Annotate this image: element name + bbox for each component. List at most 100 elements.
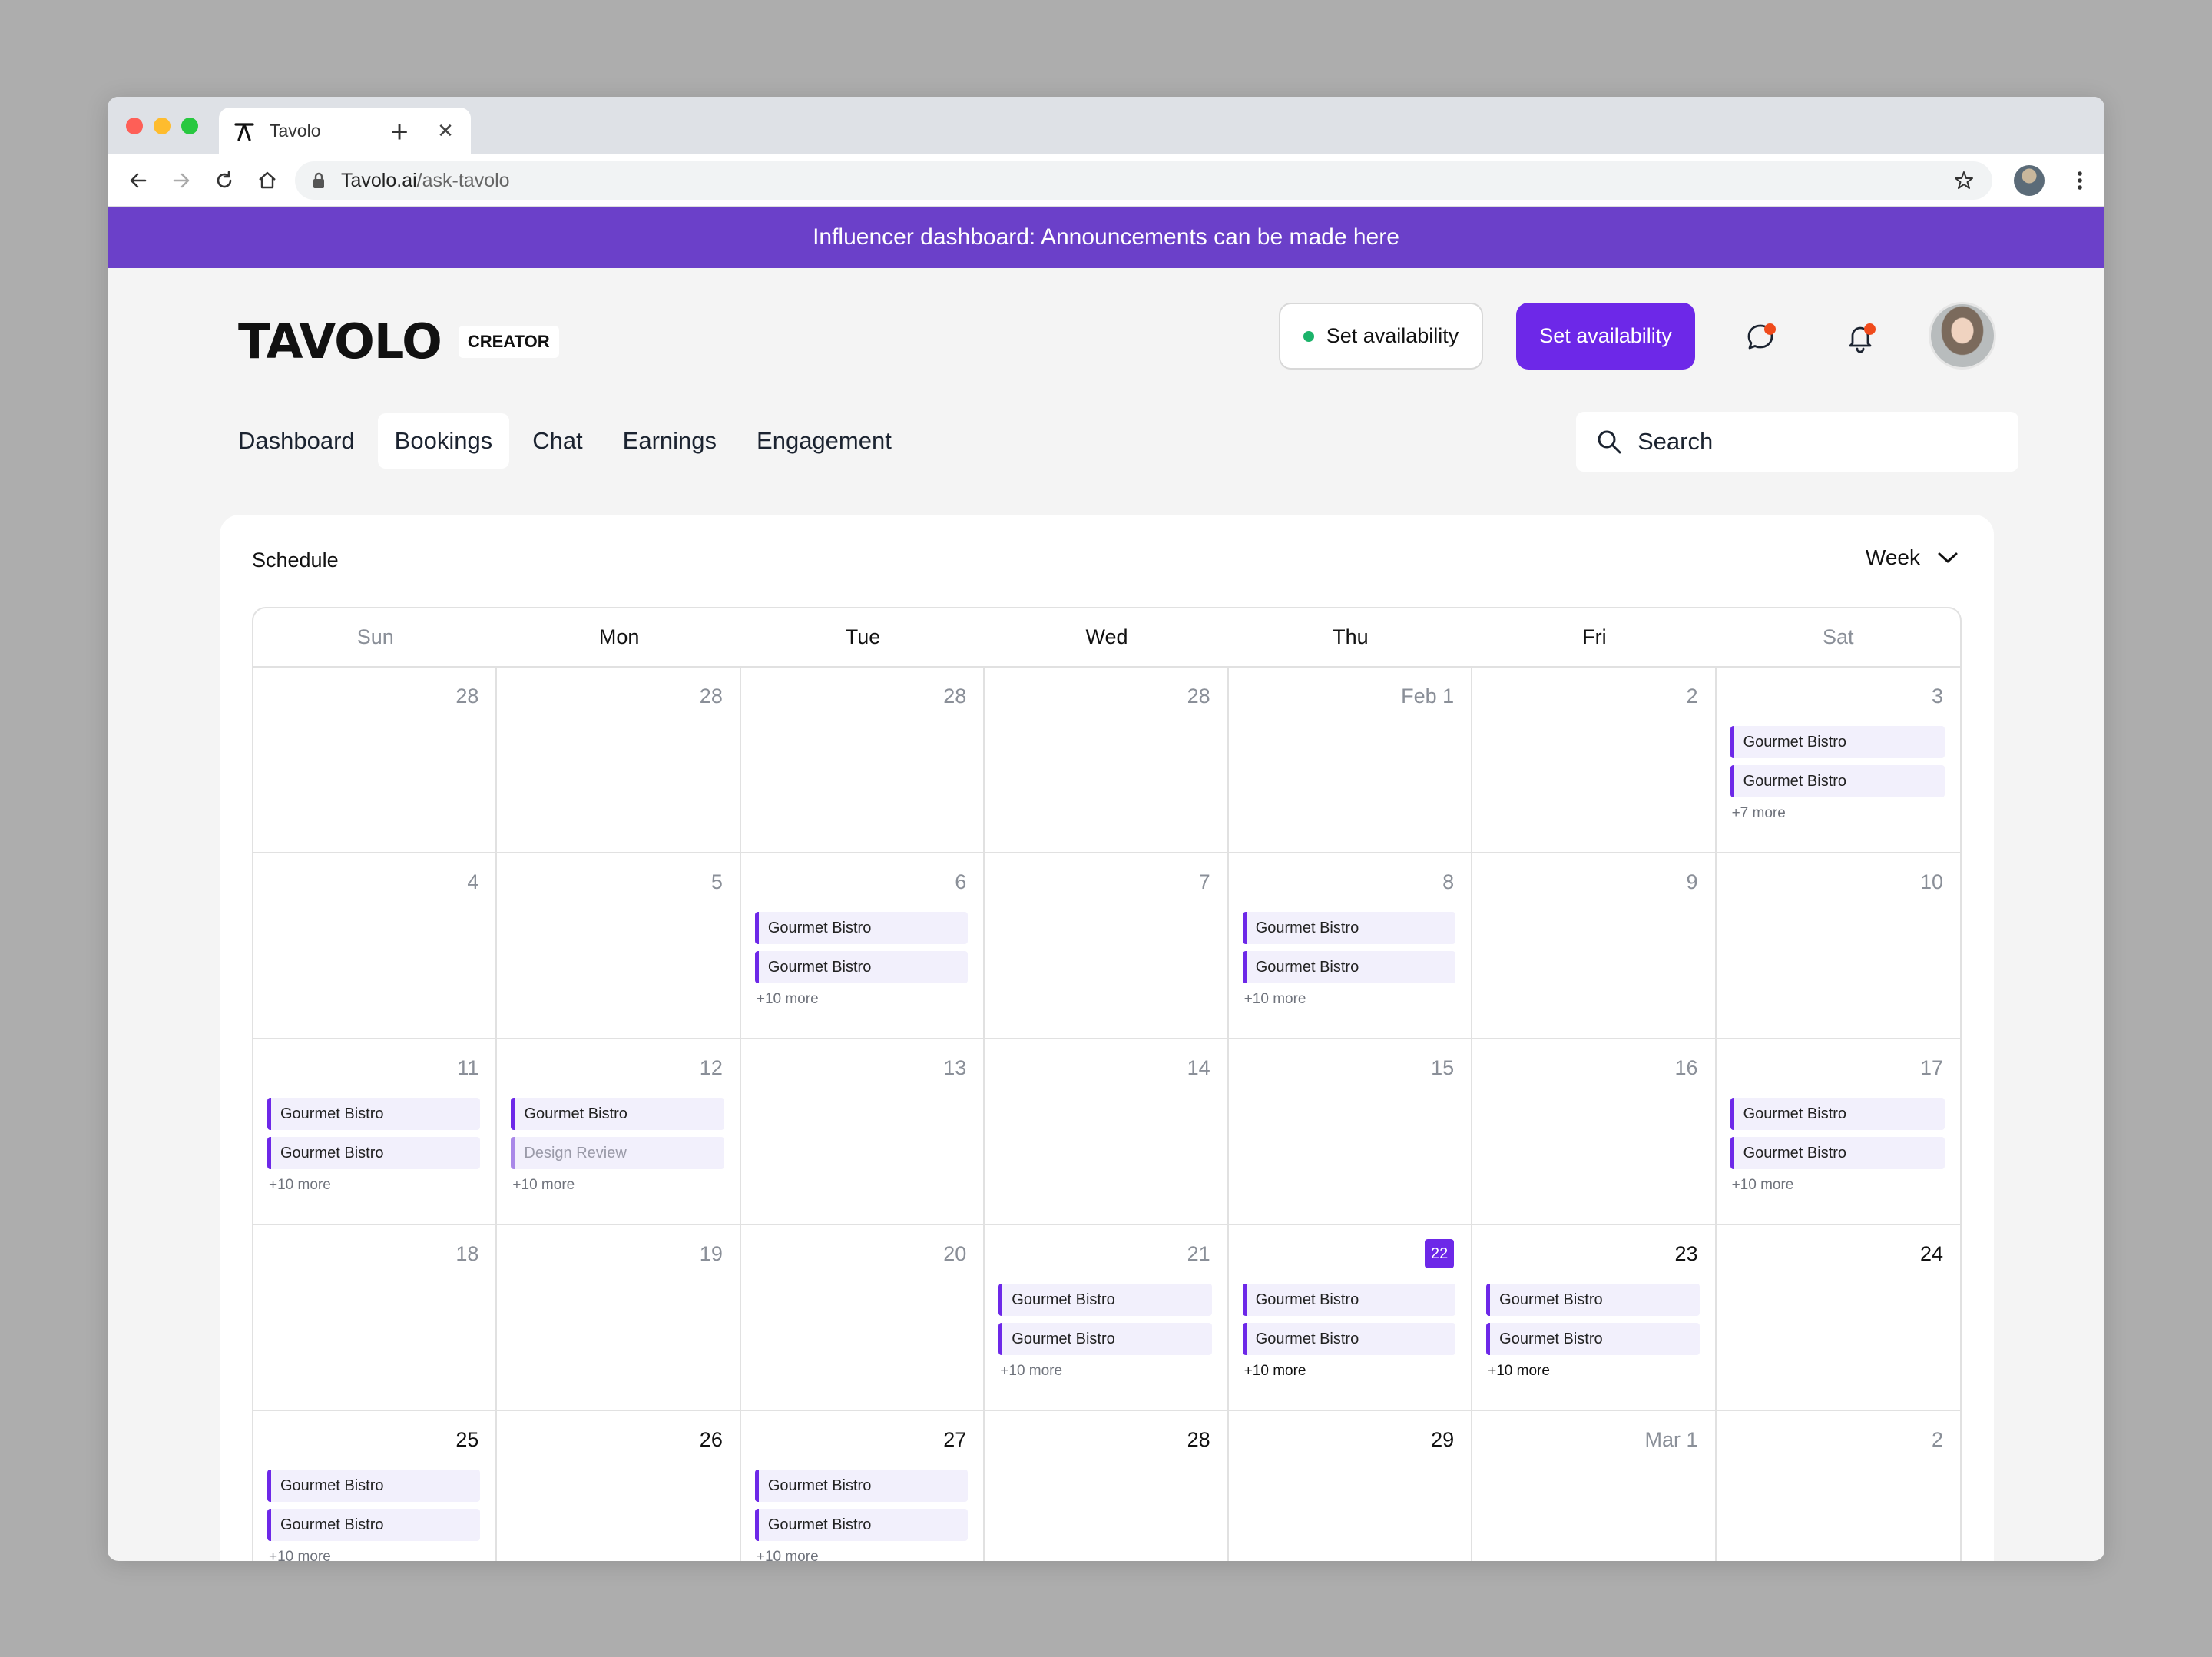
booking-event[interactable]: Gourmet Bistro (754, 1470, 969, 1502)
home-icon[interactable] (253, 167, 281, 194)
browser-menu-icon[interactable] (2066, 167, 2094, 194)
more-events-link[interactable]: +10 more (511, 1177, 724, 1194)
booking-event[interactable]: Design Review (511, 1137, 724, 1169)
booking-event[interactable]: Gourmet Bistro (754, 912, 969, 944)
booking-event[interactable]: Gourmet Bistro (1730, 1098, 1945, 1130)
more-events-link[interactable]: +10 more (1243, 991, 1455, 1008)
more-events-link[interactable]: +7 more (1730, 805, 1945, 822)
calendar-day-cell[interactable]: 8 Gourmet Bistro Gourmet Bistro +10 more (1228, 853, 1473, 1039)
calendar-day-cell[interactable]: 17 Gourmet Bistro Gourmet Bistro +10 more (1716, 1039, 1960, 1225)
view-select[interactable]: Week (1866, 545, 1959, 570)
booking-event[interactable]: Gourmet Bistro (1242, 1284, 1456, 1316)
calendar-day-cell[interactable]: Mar 1 (1472, 1411, 1717, 1561)
calendar-day-cell[interactable]: 28 (985, 668, 1229, 853)
calendar-day-cell[interactable]: 6 Gourmet Bistro Gourmet Bistro +10 more (740, 853, 985, 1039)
bookmark-star-icon[interactable] (1952, 171, 1975, 191)
tab-bookings[interactable]: Bookings (377, 413, 510, 469)
calendar-day-cell[interactable]: 11 Gourmet Bistro Gourmet Bistro +10 more (253, 1039, 498, 1225)
tavolo-logo[interactable]: TAVOLO CREATOR (238, 313, 559, 370)
booking-event[interactable]: Gourmet Bistro (267, 1098, 481, 1130)
close-tab-icon[interactable]: ✕ (434, 119, 457, 143)
calendar-day-cell[interactable]: 22 Gourmet Bistro Gourmet Bistro +10 more (1228, 1225, 1473, 1411)
calendar-day-cell[interactable]: 15 (1228, 1039, 1473, 1225)
new-tab-icon[interactable]: + (380, 114, 419, 152)
booking-event[interactable]: Gourmet Bistro (1242, 1323, 1456, 1355)
user-avatar[interactable] (1929, 302, 1996, 370)
more-events-link[interactable]: +10 more (1243, 1363, 1455, 1380)
search-input[interactable]: Search (1576, 412, 2018, 472)
booking-event[interactable]: Gourmet Bistro (267, 1470, 481, 1502)
browser-tab[interactable]: Tavolo ✕ (219, 108, 471, 154)
day-number: 28 (455, 684, 479, 708)
more-events-link[interactable]: +10 more (267, 1177, 480, 1194)
booking-event[interactable]: Gourmet Bistro (754, 1509, 969, 1541)
calendar-day-cell[interactable]: 23 Gourmet Bistro Gourmet Bistro +10 more (1472, 1225, 1717, 1411)
calendar-day-cell[interactable]: 28 (497, 668, 741, 853)
more-events-link[interactable]: +10 more (755, 1549, 968, 1561)
url-text: Tavolo.ai/ask-tavolo (341, 170, 1952, 192)
booking-event[interactable]: Gourmet Bistro (998, 1323, 1212, 1355)
calendar-day-cell[interactable]: 13 (740, 1039, 985, 1225)
calendar-day-cell[interactable]: 24 (1716, 1225, 1960, 1411)
tab-engagement[interactable]: Engagement (740, 413, 909, 469)
calendar-day-cell[interactable]: 2 (1717, 1411, 1960, 1561)
calendar-day-cell[interactable]: 25 Gourmet Bistro Gourmet Bistro +10 more (253, 1411, 498, 1561)
maximize-window-button[interactable] (181, 118, 198, 134)
calendar-day-cell[interactable]: 7 (985, 853, 1229, 1039)
set-availability-status-button[interactable]: Set availability (1279, 303, 1483, 370)
set-availability-button[interactable]: Set availability (1516, 303, 1695, 370)
more-events-link[interactable]: +10 more (1486, 1363, 1699, 1380)
booking-event[interactable]: Gourmet Bistro (511, 1098, 724, 1130)
day-number: 14 (1187, 1056, 1210, 1079)
booking-event[interactable]: Gourmet Bistro (267, 1137, 481, 1169)
tab-dashboard[interactable]: Dashboard (221, 413, 372, 469)
day-number: 20 (943, 1242, 967, 1265)
calendar-day-cell[interactable]: 18 (253, 1225, 498, 1411)
booking-event[interactable]: Gourmet Bistro (998, 1284, 1212, 1316)
booking-event[interactable]: Gourmet Bistro (1730, 765, 1945, 797)
tab-chat[interactable]: Chat (515, 413, 599, 469)
calendar-day-cell[interactable]: 29 (1229, 1411, 1473, 1561)
calendar-day-cell[interactable]: 12 Gourmet Bistro Design Review +10 more (497, 1039, 741, 1225)
more-events-link[interactable]: +10 more (1730, 1177, 1945, 1194)
calendar-day-cell[interactable]: 2 (1472, 668, 1717, 853)
calendar-day-cell[interactable]: 28 (985, 1411, 1229, 1561)
more-events-link[interactable]: +10 more (755, 991, 968, 1008)
calendar-day-cell[interactable]: 9 (1472, 853, 1717, 1039)
booking-event[interactable]: Gourmet Bistro (1242, 951, 1456, 983)
calendar-day-cell[interactable]: 21 Gourmet Bistro Gourmet Bistro +10 more (985, 1225, 1229, 1411)
calendar-day-cell[interactable]: 28 (253, 668, 498, 853)
calendar-day-cell[interactable]: 26 (497, 1411, 741, 1561)
back-arrow-icon[interactable] (124, 167, 152, 194)
calendar-day-cell[interactable]: 4 (253, 853, 498, 1039)
calendar-day-cell[interactable]: Feb 1 (1228, 668, 1473, 853)
more-events-link[interactable]: +10 more (998, 1363, 1211, 1380)
forward-arrow-icon[interactable] (167, 167, 195, 194)
calendar-day-cell[interactable]: 19 (497, 1225, 741, 1411)
tab-earnings[interactable]: Earnings (606, 413, 733, 469)
messages-button[interactable] (1737, 314, 1783, 360)
calendar-day-cell[interactable]: 28 (740, 668, 985, 853)
close-window-button[interactable] (126, 118, 143, 134)
calendar-day-cell[interactable]: 27 Gourmet Bistro Gourmet Bistro +10 more (741, 1411, 985, 1561)
calendar-day-cell[interactable]: 5 (497, 853, 741, 1039)
calendar-day-cell[interactable]: 10 (1716, 853, 1960, 1039)
calendar-day-cell[interactable]: 20 (740, 1225, 985, 1411)
booking-event[interactable]: Gourmet Bistro (1730, 1137, 1945, 1169)
booking-event[interactable]: Gourmet Bistro (1730, 726, 1945, 758)
address-bar[interactable]: Tavolo.ai/ask-tavolo (295, 161, 1992, 200)
reload-icon[interactable] (210, 167, 238, 194)
booking-event[interactable]: Gourmet Bistro (267, 1509, 481, 1541)
browser-profile-icon[interactable] (2014, 165, 2045, 196)
booking-event[interactable]: Gourmet Bistro (1486, 1284, 1700, 1316)
calendar-day-cell[interactable]: 16 (1472, 1039, 1717, 1225)
booking-event[interactable]: Gourmet Bistro (1242, 912, 1456, 944)
more-events-link[interactable]: +10 more (267, 1549, 480, 1561)
calendar-day-cell[interactable]: 14 (985, 1039, 1229, 1225)
calendar-day-cell[interactable]: 3 Gourmet Bistro Gourmet Bistro +7 more (1716, 668, 1960, 853)
minimize-window-button[interactable] (154, 118, 171, 134)
notifications-button[interactable] (1837, 314, 1883, 360)
weekday-label: Mon (598, 625, 640, 648)
booking-event[interactable]: Gourmet Bistro (754, 951, 969, 983)
booking-event[interactable]: Gourmet Bistro (1486, 1323, 1700, 1355)
